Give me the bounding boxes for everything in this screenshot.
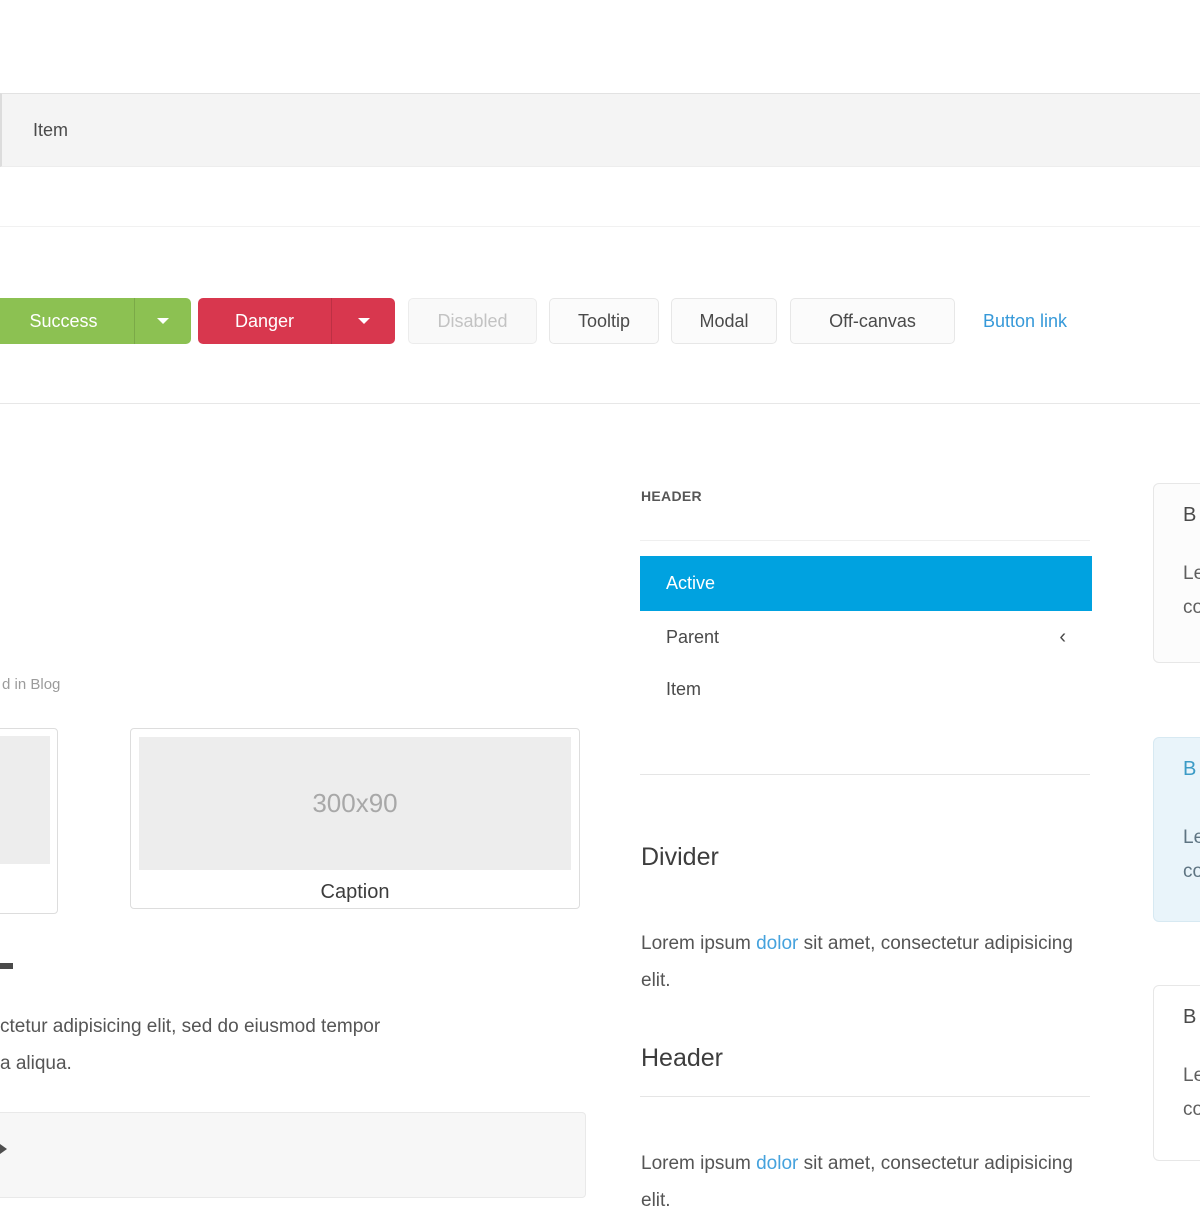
dolor-link[interactable]: dolor (756, 933, 798, 954)
panel-text-line: Le (1183, 563, 1200, 584)
danger-button-label[interactable]: Danger (198, 298, 331, 344)
section-title-header: Header (641, 1044, 723, 1072)
section-title-divider: Divider (641, 843, 719, 871)
offcanvas-button[interactable]: Off-canvas (790, 298, 955, 344)
thumbnail-caption: Caption (320, 881, 390, 903)
panel-text-fragment: Le co (1183, 557, 1200, 625)
divider-example-rule (640, 774, 1090, 775)
page-header-rule (640, 1096, 1090, 1097)
panel-title-fragment: B (1183, 1006, 1197, 1028)
nav-item-label: Item (666, 678, 702, 699)
thumbnail-placeholder-image: 300x90 (139, 737, 571, 870)
nav-item-item[interactable]: Item (640, 663, 1092, 715)
nav-header-label: HEADER (641, 488, 702, 504)
horizontal-rule-below-buttons (0, 403, 1200, 404)
thumbnail-placeholder-image (0, 736, 50, 864)
lead-paragraph-fragment: ctetur adipisicing elit, sed do eiusmod … (0, 1008, 520, 1082)
lorem-paragraph: Lorem ipsum dolor sit amet, consectetur … (641, 1145, 1099, 1219)
nav-item-parent[interactable]: Parent ‹ (640, 611, 1092, 663)
danger-split-button[interactable]: Danger (198, 298, 395, 344)
success-button-label[interactable]: Success (0, 298, 134, 344)
panel-text-fragment: Le co (1183, 1059, 1200, 1127)
success-split-button[interactable]: Success (0, 298, 191, 344)
panel-title-fragment: B (1183, 758, 1197, 780)
nav-item-label: Active (666, 573, 716, 593)
paragraph-line: ctetur adipisicing elit, sed do eiusmod … (0, 1016, 381, 1037)
truncated-heading-fragment (0, 963, 13, 969)
dropdown-item-label: Item (33, 119, 69, 140)
side-panel-default: B Le co (1153, 985, 1200, 1161)
tooltip-button[interactable]: Tooltip (549, 298, 659, 344)
lorem-text: Lorem ipsum (641, 1153, 757, 1174)
danger-dropdown-toggle[interactable] (331, 298, 395, 344)
thumbnail-cutoff[interactable] (0, 728, 58, 914)
panel-text-line: co (1183, 1099, 1200, 1120)
well-panel (0, 1112, 586, 1198)
disabled-button: Disabled (408, 298, 537, 344)
post-meta-fragment: d in Blog (2, 676, 61, 693)
horizontal-rule-top (0, 226, 1200, 227)
caret-down-icon (357, 318, 370, 324)
panel-title-fragment: B (1183, 504, 1197, 526)
nav-item-label: Parent (666, 626, 720, 647)
thumbnail[interactable]: 300x90 Caption (130, 728, 580, 909)
dropdown-menu-item[interactable]: Item (0, 93, 1200, 167)
lorem-text: Lorem ipsum (641, 933, 757, 954)
panel-text-line: Le (1183, 827, 1200, 848)
chevron-left-icon: ‹ (1059, 625, 1066, 648)
nav-header-divider (640, 540, 1090, 541)
truncated-caret-icon (0, 1144, 7, 1154)
panel-text-line: co (1183, 597, 1200, 618)
side-panel-info: B Le co (1153, 737, 1200, 922)
panel-text-line: co (1183, 861, 1200, 882)
caret-down-icon (157, 318, 169, 324)
modal-button[interactable]: Modal (671, 298, 777, 344)
success-dropdown-toggle[interactable] (134, 298, 191, 344)
button-link[interactable]: Button link (983, 298, 1103, 344)
lorem-paragraph: Lorem ipsum dolor sit amet, consectetur … (641, 925, 1099, 999)
paragraph-line: a aliqua. (0, 1053, 72, 1074)
dolor-link[interactable]: dolor (756, 1153, 798, 1174)
side-panel-default: B Le co (1153, 483, 1200, 663)
panel-text-line: Le (1183, 1065, 1200, 1086)
panel-text-fragment: Le co (1183, 821, 1200, 889)
nav-item-active[interactable]: Active (640, 556, 1092, 611)
